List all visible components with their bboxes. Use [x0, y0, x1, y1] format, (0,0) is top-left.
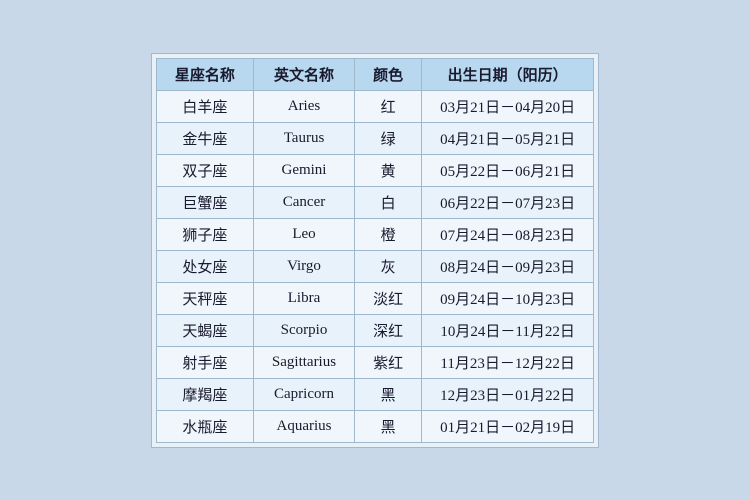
cell-english: Sagittarius — [253, 346, 354, 378]
cell-dates: 10月24日－11月22日 — [422, 314, 594, 346]
table-row: 水瓶座Aquarius黑01月21日－02月19日 — [156, 410, 593, 442]
cell-color: 灰 — [355, 250, 422, 282]
header-chinese: 星座名称 — [156, 58, 253, 90]
table-row: 摩羯座Capricorn黑12月23日－01月22日 — [156, 378, 593, 410]
zodiac-table-container: 星座名称 英文名称 颜色 出生日期（阳历） 白羊座Aries红03月21日－04… — [151, 53, 599, 448]
table-body: 白羊座Aries红03月21日－04月20日金牛座Taurus绿04月21日－0… — [156, 90, 593, 442]
cell-chinese: 天蝎座 — [156, 314, 253, 346]
cell-chinese: 白羊座 — [156, 90, 253, 122]
cell-chinese: 巨蟹座 — [156, 186, 253, 218]
cell-color: 紫红 — [355, 346, 422, 378]
cell-chinese: 射手座 — [156, 346, 253, 378]
cell-chinese: 处女座 — [156, 250, 253, 282]
cell-chinese: 摩羯座 — [156, 378, 253, 410]
cell-english: Virgo — [253, 250, 354, 282]
cell-color: 黄 — [355, 154, 422, 186]
cell-color: 淡红 — [355, 282, 422, 314]
cell-english: Aries — [253, 90, 354, 122]
table-row: 狮子座Leo橙07月24日－08月23日 — [156, 218, 593, 250]
cell-dates: 03月21日－04月20日 — [422, 90, 594, 122]
cell-color: 黑 — [355, 410, 422, 442]
header-color: 颜色 — [355, 58, 422, 90]
cell-english: Libra — [253, 282, 354, 314]
cell-english: Scorpio — [253, 314, 354, 346]
cell-english: Aquarius — [253, 410, 354, 442]
cell-dates: 06月22日－07月23日 — [422, 186, 594, 218]
cell-color: 深红 — [355, 314, 422, 346]
table-row: 天蝎座Scorpio深红10月24日－11月22日 — [156, 314, 593, 346]
cell-chinese: 金牛座 — [156, 122, 253, 154]
cell-chinese: 水瓶座 — [156, 410, 253, 442]
table-row: 天秤座Libra淡红09月24日－10月23日 — [156, 282, 593, 314]
cell-english: Taurus — [253, 122, 354, 154]
table-row: 巨蟹座Cancer白06月22日－07月23日 — [156, 186, 593, 218]
cell-dates: 08月24日－09月23日 — [422, 250, 594, 282]
cell-color: 黑 — [355, 378, 422, 410]
cell-dates: 11月23日－12月22日 — [422, 346, 594, 378]
zodiac-table: 星座名称 英文名称 颜色 出生日期（阳历） 白羊座Aries红03月21日－04… — [156, 58, 594, 443]
table-header: 星座名称 英文名称 颜色 出生日期（阳历） — [156, 58, 593, 90]
cell-dates: 09月24日－10月23日 — [422, 282, 594, 314]
cell-dates: 01月21日－02月19日 — [422, 410, 594, 442]
table-row: 处女座Virgo灰08月24日－09月23日 — [156, 250, 593, 282]
header-row: 星座名称 英文名称 颜色 出生日期（阳历） — [156, 58, 593, 90]
cell-dates: 12月23日－01月22日 — [422, 378, 594, 410]
cell-english: Cancer — [253, 186, 354, 218]
table-row: 白羊座Aries红03月21日－04月20日 — [156, 90, 593, 122]
cell-color: 绿 — [355, 122, 422, 154]
table-row: 双子座Gemini黄05月22日－06月21日 — [156, 154, 593, 186]
header-dates: 出生日期（阳历） — [422, 58, 594, 90]
table-row: 金牛座Taurus绿04月21日－05月21日 — [156, 122, 593, 154]
cell-color: 白 — [355, 186, 422, 218]
cell-english: Capricorn — [253, 378, 354, 410]
header-english: 英文名称 — [253, 58, 354, 90]
cell-dates: 04月21日－05月21日 — [422, 122, 594, 154]
cell-dates: 05月22日－06月21日 — [422, 154, 594, 186]
cell-chinese: 双子座 — [156, 154, 253, 186]
cell-color: 橙 — [355, 218, 422, 250]
cell-english: Gemini — [253, 154, 354, 186]
cell-dates: 07月24日－08月23日 — [422, 218, 594, 250]
cell-color: 红 — [355, 90, 422, 122]
cell-chinese: 狮子座 — [156, 218, 253, 250]
cell-chinese: 天秤座 — [156, 282, 253, 314]
table-row: 射手座Sagittarius紫红11月23日－12月22日 — [156, 346, 593, 378]
cell-english: Leo — [253, 218, 354, 250]
